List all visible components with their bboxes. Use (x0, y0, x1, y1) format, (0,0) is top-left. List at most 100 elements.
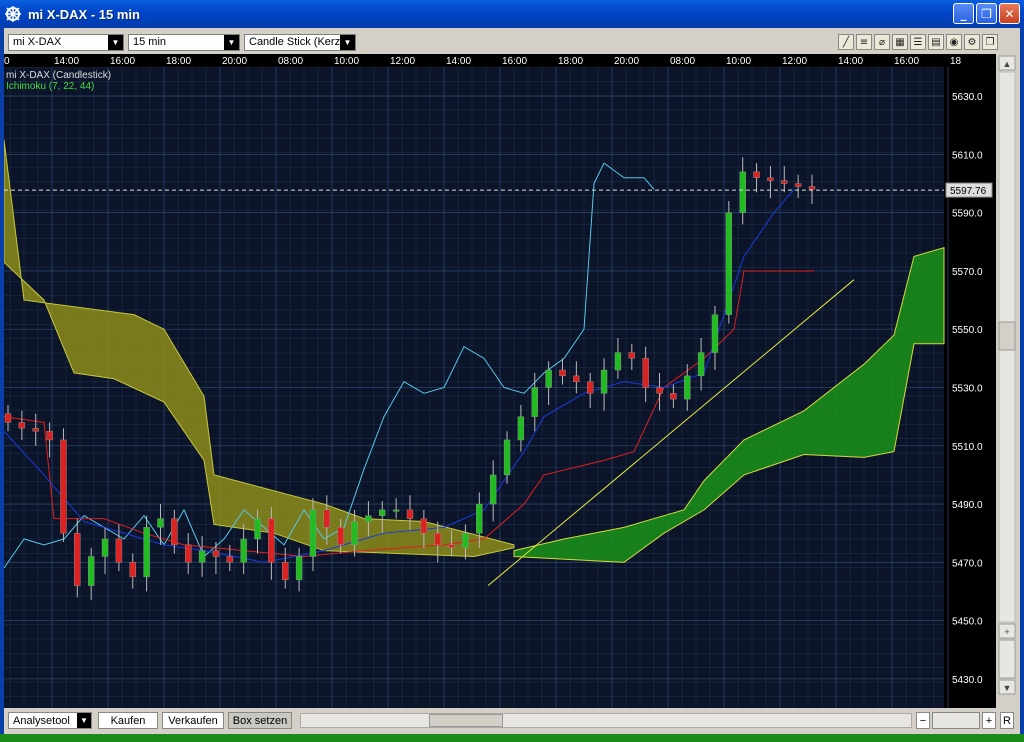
candle-body (226, 556, 233, 563)
candlestick-chart[interactable]: 0 14:00 16:00 18:00 20:00 08:00 10:00 12:00 14:0… (4, 54, 996, 708)
time-tick-label: 16:00 (502, 56, 527, 67)
kaufen-button[interactable]: Kaufen (98, 712, 158, 729)
candle-body (337, 527, 344, 546)
interval-value: 15 min (133, 36, 167, 48)
candle-body (171, 518, 178, 546)
svg-text:▲: ▲ (1003, 59, 1012, 69)
zoom-in-button[interactable]: + (982, 712, 996, 729)
grid-icon[interactable]: ▦ (892, 34, 908, 50)
fibonacci-icon[interactable]: ⌀ (874, 34, 890, 50)
candle-body (600, 369, 608, 394)
close-button[interactable]: ✕ (999, 3, 1020, 24)
time-tick-label: 16:00 (894, 56, 919, 67)
time-tick-label: 12:00 (782, 56, 807, 67)
series-label: mi X-DAX (Candlestick) (6, 70, 111, 81)
time-tick-label: 20:00 (614, 56, 639, 67)
chevron-down-icon[interactable]: ▼ (340, 35, 355, 50)
time-tick-label: 18:00 (558, 56, 583, 67)
price-tick-label: 5490.0 (952, 500, 983, 511)
interval-select[interactable]: 15 min ▼ (128, 34, 240, 51)
zoom-icon[interactable]: ◉ (946, 34, 962, 50)
price-tick-label: 5430.0 (952, 675, 983, 686)
candle-body (711, 314, 719, 353)
window-title: mi X-DAX - 15 min (28, 6, 140, 22)
list-icon[interactable]: ☰ (910, 34, 926, 50)
scrollbar-thumb[interactable] (429, 714, 503, 727)
horizontal-scrollbar[interactable] (300, 713, 912, 728)
candle-body (157, 518, 164, 528)
time-tick-label: 08:00 (670, 56, 695, 67)
zoom-slider[interactable] (932, 712, 980, 729)
candle-body (309, 509, 317, 557)
candle-body (365, 515, 372, 522)
time-tick-label: 18 (950, 56, 962, 67)
candle-body (60, 439, 67, 534)
time-tick-label: 10:00 (334, 56, 359, 67)
vertical-scrollbar[interactable]: ▲ + ▼ (996, 54, 1020, 708)
title-bar: mi X-DAX - 15 min _ ❐ ✕ (0, 0, 1024, 28)
reset-button[interactable]: R (1000, 712, 1014, 729)
candle-body (697, 352, 705, 377)
candle-body (739, 171, 746, 213)
candle-body (684, 375, 691, 400)
candle-body (420, 518, 428, 534)
candle-body (517, 416, 525, 441)
instrument-select[interactable]: mi X-DAX ▼ (8, 34, 124, 51)
time-tick-label: 14:00 (446, 56, 471, 67)
price-tick-label: 5470.0 (952, 558, 983, 569)
chevron-down-icon[interactable]: ▼ (108, 35, 123, 50)
candle-body (240, 538, 247, 563)
time-tick-label: 08:00 (278, 56, 303, 67)
chart-type-select[interactable]: Candle Stick (Kerze ▼ (244, 34, 356, 51)
analysetool-select[interactable]: Analysetool ▼ (8, 712, 92, 729)
candle-body (489, 474, 497, 505)
svg-text:▼: ▼ (1003, 683, 1012, 693)
price-tick-label: 5530.0 (952, 384, 983, 395)
price-tick-label: 5510.0 (952, 442, 983, 453)
candle-body (351, 521, 358, 546)
bottom-toolbar: Analysetool ▼ Kaufen Verkaufen Box setze… (4, 708, 1020, 734)
minimize-button[interactable]: _ (953, 3, 974, 24)
price-tick-label: 5570.0 (952, 267, 983, 278)
settings-icon[interactable]: ⚙ (964, 34, 980, 50)
candle-body (295, 556, 303, 580)
candle-body (282, 562, 289, 580)
candle-body (753, 171, 760, 178)
box-setzen-button[interactable]: Box setzen (228, 712, 292, 729)
price-tick-label: 5550.0 (952, 325, 983, 336)
scrollbar-graphic: ▲ + ▼ (998, 55, 1016, 695)
candle-body (4, 413, 12, 423)
candle-body (185, 544, 192, 563)
current-price-label: 5597.76 (950, 186, 987, 197)
candle-body (587, 381, 594, 394)
time-tick-label: 16:00 (110, 56, 135, 67)
time-tick-label: 12:00 (390, 56, 415, 67)
table-icon[interactable]: ▤ (928, 34, 944, 50)
chevron-down-icon[interactable]: ▼ (77, 713, 91, 728)
chart-type-value: Candle Stick (Kerze (249, 36, 347, 48)
price-tick-label: 5450.0 (952, 617, 983, 628)
time-tick-label: 0 (4, 56, 10, 67)
candle-body (268, 518, 275, 563)
candle-body (18, 422, 26, 429)
time-tick-label: 14:00 (54, 56, 79, 67)
candle-body (808, 186, 816, 190)
candle-body (559, 369, 566, 377)
candle-body (503, 439, 511, 476)
draw-line-icon[interactable]: ╱ (838, 34, 854, 50)
candle-body (614, 352, 622, 371)
toolbar: mi X-DAX ▼ 15 min ▼ Candle Stick (Kerze … (4, 30, 1020, 54)
price-tick-label: 5610.0 (952, 150, 983, 161)
candle-body (46, 431, 53, 441)
candle-body (725, 212, 733, 315)
candle-body (406, 509, 414, 519)
zoom-out-button[interactable]: − (916, 712, 930, 729)
candle-body (781, 180, 788, 184)
chevron-down-icon[interactable]: ▼ (224, 35, 239, 50)
verkaufen-button[interactable]: Verkaufen (162, 712, 224, 729)
time-tick-label: 20:00 (222, 56, 247, 67)
maximize-button[interactable]: ❐ (976, 3, 997, 24)
window-icon[interactable]: ❐ (982, 34, 998, 50)
horizontal-lines-icon[interactable]: ≡ (856, 34, 872, 50)
candle-body (254, 518, 261, 540)
